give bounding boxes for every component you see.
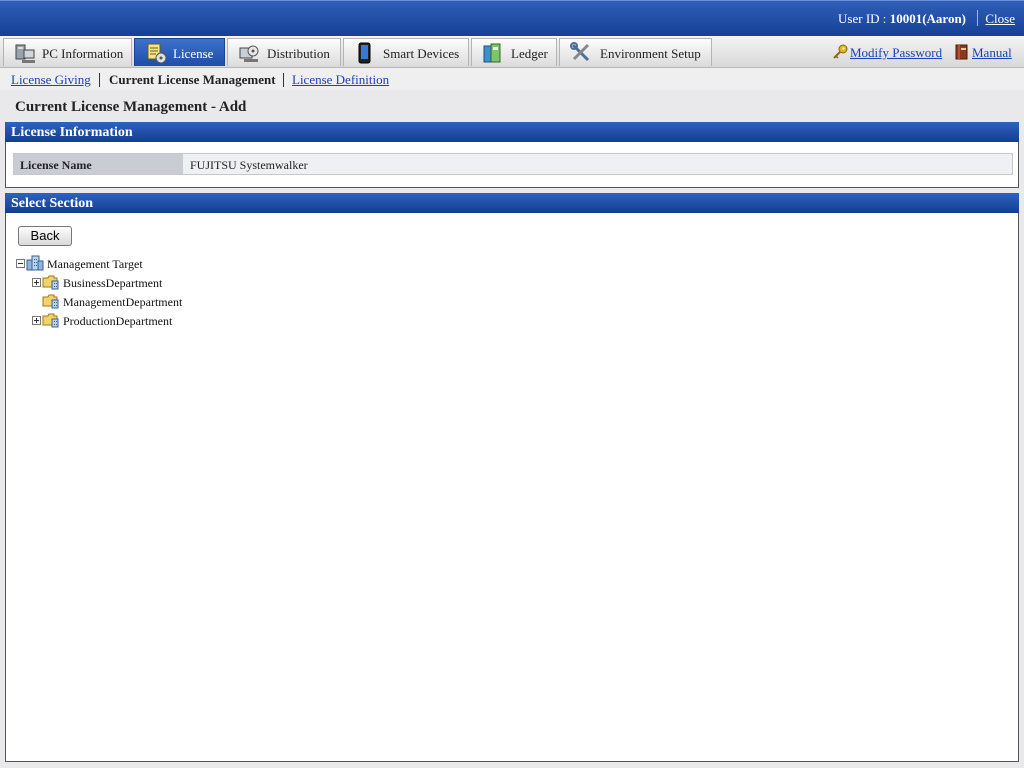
tab-label: Environment Setup — [600, 46, 701, 61]
tree-node-management-department: ManagementDepartment — [32, 293, 232, 311]
user-id-display: User ID : 10001(Aaron) — [838, 11, 966, 26]
tab-distribution[interactable]: Distribution — [227, 38, 341, 66]
license-name-row: License Name FUJITSU Systemwalker — [13, 153, 1013, 175]
sub-navigation: License Giving Current License Managemen… — [0, 68, 1024, 90]
select-section-header: Select Section — [5, 193, 1019, 213]
tab-label: License — [173, 46, 214, 61]
tab-ledger[interactable]: Ledger — [471, 38, 557, 66]
tools-icon — [570, 42, 590, 62]
tab-label: Smart Devices — [383, 46, 460, 61]
license-giving-link[interactable]: License Giving — [11, 72, 91, 87]
close-link[interactable]: Close — [985, 11, 1015, 27]
current-license-management-label: Current License Management — [109, 72, 276, 87]
expand-toggle[interactable] — [32, 278, 41, 287]
license-information-header: License Information — [5, 122, 1019, 142]
tree-root-node: Management Target — [16, 255, 216, 273]
distribution-icon — [239, 45, 259, 62]
tab-label: Ledger — [511, 46, 548, 61]
tab-pc-information[interactable]: PC Information — [3, 38, 132, 66]
main-tab-bar: PC Information License Distribution Smar… — [0, 36, 1024, 68]
tree-node-label[interactable]: ProductionDepartment — [63, 314, 172, 329]
building-icon — [26, 255, 44, 271]
tree-node-label[interactable]: ManagementDepartment — [63, 295, 182, 310]
tree-node-business-department: BusinessDepartment — [32, 274, 232, 292]
select-section-panel: Back Management Target BusinessDepartmen… — [5, 213, 1019, 762]
page-title: Current License Management - Add — [15, 99, 247, 115]
collapse-toggle[interactable] — [16, 259, 25, 268]
divider — [283, 73, 284, 87]
tab-license[interactable]: License — [134, 38, 225, 66]
tree-root-label[interactable]: Management Target — [47, 257, 143, 272]
manual-icon — [955, 44, 968, 60]
license-name-value: FUJITSU Systemwalker — [190, 158, 308, 172]
back-button[interactable]: Back — [18, 226, 72, 246]
folder-department-icon — [42, 313, 59, 328]
expand-toggle[interactable] — [32, 316, 41, 325]
folder-department-icon — [42, 275, 59, 290]
tab-label: Distribution — [267, 46, 330, 61]
license-icon — [147, 43, 167, 64]
folder-department-icon — [42, 294, 59, 309]
license-definition-link[interactable]: License Definition — [292, 72, 389, 87]
tab-label: PC Information — [42, 46, 124, 61]
tab-smart-devices[interactable]: Smart Devices — [343, 38, 469, 66]
divider — [99, 73, 100, 87]
computer-icon — [15, 44, 35, 63]
tree-node-label[interactable]: BusinessDepartment — [63, 276, 162, 291]
manual-link[interactable]: Manual — [972, 45, 1012, 61]
tree-node-production-department: ProductionDepartment — [32, 312, 232, 330]
license-information-panel: License Name FUJITSU Systemwalker — [5, 142, 1019, 188]
modify-password-link[interactable]: Modify Password — [850, 45, 942, 61]
tab-environment-setup[interactable]: Environment Setup — [559, 38, 712, 66]
key-icon — [833, 44, 848, 59]
license-name-label: License Name — [14, 154, 183, 174]
smart-device-icon — [358, 42, 371, 64]
divider — [977, 10, 978, 26]
ledger-icon — [483, 43, 501, 63]
top-bar: User ID : 10001(Aaron) Close — [0, 0, 1024, 37]
